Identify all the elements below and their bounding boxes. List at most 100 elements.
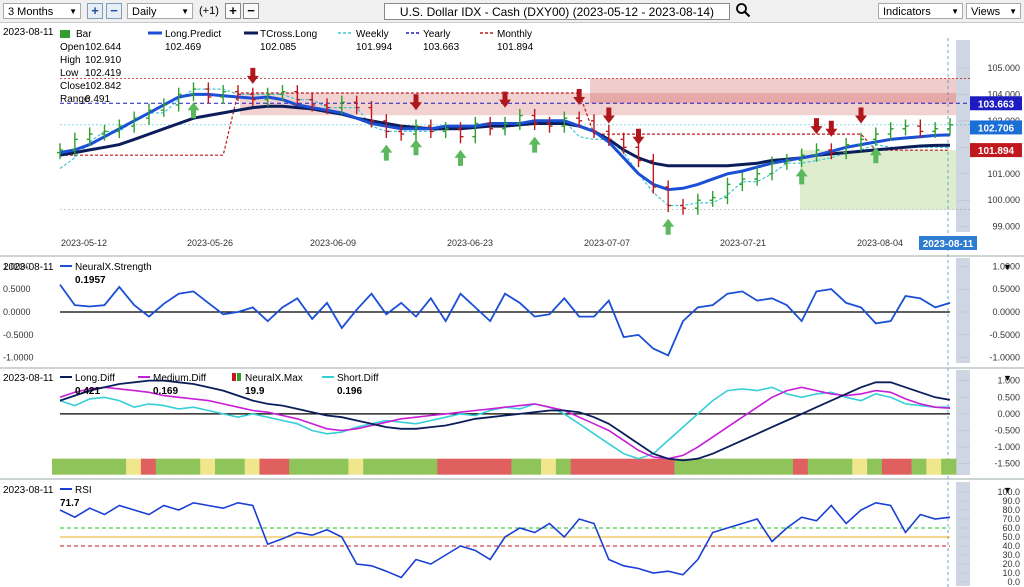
- views-dropdown[interactable]: Views ▼: [966, 3, 1021, 19]
- neural-max-cell: [185, 458, 201, 475]
- neural-max-cell: [852, 458, 868, 475]
- neural-max-cell: [511, 458, 527, 475]
- neural-max-cell: [244, 458, 260, 475]
- ohlc-high-label: High: [60, 55, 81, 66]
- neural-max-cell: [481, 458, 497, 475]
- svg-text:103.663: 103.663: [978, 99, 1015, 110]
- views-label: Views: [971, 6, 1001, 18]
- neural-max-cell: [496, 458, 512, 475]
- neural-max-cell: [170, 458, 186, 475]
- legend-tcross-long-value: 102.085: [260, 42, 297, 53]
- legend-bar: Bar: [76, 29, 92, 40]
- price-panel-date: 2023-08-11: [3, 27, 54, 38]
- neural-max-cell: [229, 458, 246, 475]
- interval-select[interactable]: Daily ▼: [127, 3, 193, 19]
- indicators-label: Indicators: [883, 6, 931, 18]
- date-axis-label: 2023-06-23: [447, 238, 493, 248]
- neural-max-cell: [704, 458, 720, 475]
- price-bar: [680, 198, 686, 215]
- price-bar: [665, 180, 672, 213]
- legend-rsi-name: RSI: [75, 485, 92, 496]
- price-bar: [902, 119, 909, 136]
- price-bar: [754, 167, 761, 186]
- future-shade: [956, 370, 970, 475]
- legend-long-predict-name: Long.Predict: [165, 29, 221, 40]
- sell-arrow-icon: [632, 128, 645, 145]
- svg-text:2023-08-11: 2023-08-11: [923, 239, 974, 250]
- ohlc-range-value: 0.491: [85, 94, 110, 105]
- neural-max-cell: [615, 458, 631, 475]
- neuralx-strength-series-line: [59, 284, 951, 357]
- neural-max-cell: [718, 458, 735, 475]
- date-axis-label: 2023-08-04: [857, 238, 903, 248]
- neural-max-cell: [333, 458, 349, 475]
- resistance-zone-upper: [590, 78, 970, 104]
- yearly-price-badge: 103.663: [970, 96, 1022, 111]
- date-axis-label: 2023-05-26: [187, 238, 233, 248]
- legend-strength-name: NeuralX.Strength: [75, 262, 152, 273]
- price-bar: [724, 177, 731, 205]
- strength-left-tick-label: 0.0000: [3, 307, 31, 317]
- offset-plus-button[interactable]: +: [225, 3, 241, 19]
- range-select[interactable]: 3 Months ▼: [3, 3, 81, 19]
- price-bar: [947, 118, 953, 136]
- chart-area[interactable]: 2023-08-11 Bar Long.Predict 102.469 TCro…: [0, 22, 1024, 587]
- offset-label: (+1): [199, 5, 219, 17]
- short-diff-series-line: [59, 386, 950, 460]
- diff-axis-tick-label: -1.500: [994, 459, 1020, 469]
- neural-max-cell: [274, 458, 290, 475]
- neural-max-cell: [837, 458, 853, 475]
- neural-max-cell: [822, 458, 838, 475]
- sell-arrow-icon: [246, 67, 259, 84]
- ohlc-low-value: 102.419: [85, 68, 122, 79]
- neuralx-strength-panel[interactable]: 2023-08-11 NeuralX.Strength 0.1957 ▼ 1.0…: [3, 261, 1020, 362]
- ohlc-high-value: 102.910: [85, 55, 122, 66]
- neural-max-cell: [437, 458, 453, 475]
- price-panel[interactable]: 2023-08-11 Bar Long.Predict 102.469 TCro…: [3, 27, 1022, 587]
- symbol-title-field[interactable]: U.S. Dollar IDX - Cash (DXY00) (2023-05-…: [384, 3, 730, 20]
- neural-max-cell: [926, 458, 942, 475]
- monthly-price-badge: 101.894: [970, 143, 1022, 158]
- strength-left-tick-label: 1.0000: [3, 261, 31, 271]
- date-axis-label: 2023-05-12: [61, 238, 107, 248]
- legend-monthly-value: 101.894: [497, 42, 534, 53]
- rsi-panel-date: 2023-08-11: [3, 485, 54, 496]
- legend-neural-max-name: NeuralX.Max: [245, 373, 303, 384]
- support-zone: [800, 150, 970, 210]
- neural-max-cell: [96, 458, 112, 475]
- indicators-dropdown[interactable]: Indicators ▼: [878, 3, 963, 19]
- legend-medium-diff-name: Medium.Diff: [153, 373, 206, 384]
- rsi-panel[interactable]: 2023-08-11 RSI 71.7 ▼ 100.090.080.070.06…: [3, 485, 1020, 587]
- legend-yearly-name: Yearly: [423, 29, 450, 40]
- future-shade: [956, 482, 970, 586]
- neural-max-cell: [111, 458, 127, 475]
- search-icon[interactable]: [735, 2, 751, 18]
- neural-max-cell: [807, 458, 824, 475]
- medium-diff-series-line: [59, 386, 951, 460]
- price-axis-tick-label: 105.000: [987, 63, 1020, 73]
- chevron-down-icon: ▼: [1009, 7, 1017, 16]
- neural-max-cell: [941, 458, 957, 475]
- neural-max-cell: [200, 458, 216, 475]
- price-axis-tick-label: 101.000: [987, 169, 1020, 179]
- chevron-down-icon: ▼: [181, 7, 189, 16]
- strength-axis-tick-label: 0.0000: [992, 307, 1020, 317]
- legend-weekly-value: 101.994: [356, 42, 393, 53]
- zoom-out-button[interactable]: −: [106, 3, 122, 19]
- svg-text:102.706: 102.706: [978, 123, 1015, 134]
- zoom-in-button[interactable]: +: [87, 3, 103, 19]
- diff-panel[interactable]: 2023-08-11 Long.Diff 0.421 Medium.Diff 0…: [3, 373, 1020, 475]
- future-shade: [956, 258, 970, 363]
- svg-text:101.894: 101.894: [978, 146, 1015, 157]
- ohlc-close-label: Close: [60, 81, 86, 92]
- strength-axis-tick-label: -0.5000: [989, 330, 1020, 340]
- current-date-badge: 2023-08-11: [919, 236, 977, 250]
- neural-max-cell: [600, 458, 616, 475]
- neural-max-cell: [52, 458, 68, 475]
- chevron-down-icon: ▼: [69, 7, 77, 16]
- legend-neural-max-icon-down: [232, 373, 236, 381]
- neural-max-cell: [348, 458, 364, 475]
- future-shade: [956, 40, 970, 232]
- offset-minus-button[interactable]: −: [243, 3, 259, 19]
- neural-max-cell: [363, 458, 379, 475]
